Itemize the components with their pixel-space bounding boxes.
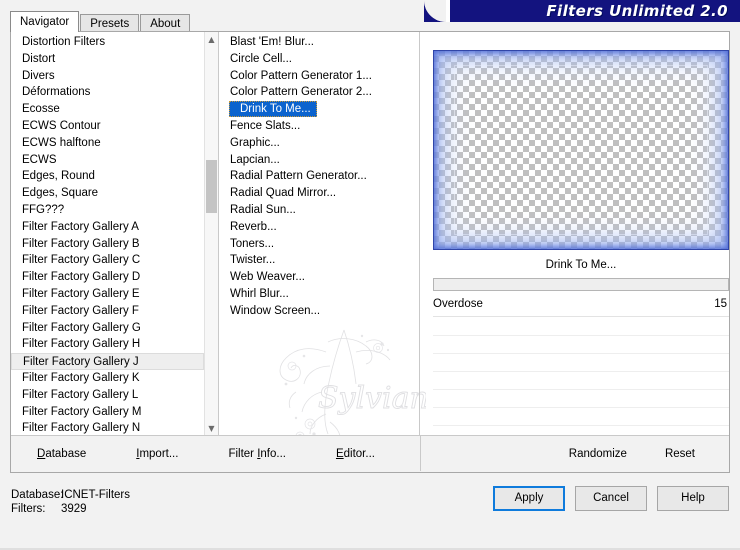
filter-list-item[interactable]: Color Pattern Generator 2... xyxy=(219,84,419,101)
parameter-divider xyxy=(433,425,729,426)
category-list-item[interactable]: Filter Factory Gallery A xyxy=(11,219,204,236)
category-list-item[interactable]: Filter Factory Gallery F xyxy=(11,303,204,320)
category-list-item[interactable]: Edges, Square xyxy=(11,185,204,202)
parameter-divider xyxy=(433,389,729,390)
filter-list-item-selected-row[interactable]: Drink To Me... xyxy=(219,101,419,118)
category-list-item[interactable]: Filter Factory Gallery B xyxy=(11,236,204,253)
parameter-divider xyxy=(433,353,729,354)
database-button-rest: atabase xyxy=(45,447,87,460)
preview-and-parameters-panel: Drink To Me... Overdose 15 xyxy=(420,32,729,436)
parameter-divider xyxy=(433,371,729,372)
category-list-item[interactable]: Déformations xyxy=(11,84,204,101)
action-toolbar: Database Import... Filter Info... Editor… xyxy=(11,435,729,472)
dialog-button-row: Apply Cancel Help xyxy=(493,486,729,511)
status-filters-value: 3929 xyxy=(61,503,87,515)
filter-list-item[interactable]: Lapcian... xyxy=(219,152,419,169)
category-list-item[interactable]: Filter Factory Gallery L xyxy=(11,387,204,404)
category-list-item[interactable]: Distortion Filters xyxy=(11,34,204,51)
tab-navigator-label: Navigator xyxy=(20,16,70,28)
filter-list-item[interactable]: Window Screen... xyxy=(219,303,419,320)
category-list-items: Distortion Filters Distort Divers Déformati… xyxy=(11,34,204,436)
category-list-item[interactable]: Edges, Round xyxy=(11,168,204,185)
transparency-checker xyxy=(433,50,729,250)
filter-list-item[interactable]: Circle Cell... xyxy=(219,51,419,68)
filters-unlimited-window: Filters Unlimited 2.0 Navigator Presets … xyxy=(0,0,740,550)
scrollbar-thumb[interactable] xyxy=(206,160,217,213)
category-list-item[interactable]: ECWS xyxy=(11,152,204,169)
category-list-item[interactable]: Filter Factory Gallery C xyxy=(11,252,204,269)
filter-list-item[interactable]: Radial Sun... xyxy=(219,202,419,219)
parameter-row-overdose[interactable]: Overdose 15 xyxy=(433,298,729,317)
main-content-panel: Distortion Filters Distort Divers Déformati… xyxy=(10,31,730,473)
app-title: Filters Unlimited 2.0 xyxy=(546,2,728,20)
filter-preview[interactable] xyxy=(433,50,729,250)
filter-list-item[interactable]: Web Weaver... xyxy=(219,269,419,286)
category-list-item[interactable]: Distort xyxy=(11,51,204,68)
category-list-item[interactable]: Filter Factory Gallery K xyxy=(11,370,204,387)
parameter-value: 15 xyxy=(714,298,727,310)
cancel-button[interactable]: Cancel xyxy=(575,486,647,511)
filter-list-item[interactable]: Drink To Me... xyxy=(229,101,317,118)
import-button-rest: mport... xyxy=(139,447,179,460)
parameter-divider xyxy=(433,407,729,408)
filter-list[interactable]: Blast 'Em! Blur... Circle Cell... Color Pa… xyxy=(219,32,420,436)
parameter-divider xyxy=(433,335,729,336)
category-list-item[interactable]: Filter Factory Gallery D xyxy=(11,269,204,286)
reset-button[interactable]: Reset xyxy=(661,446,699,462)
status-text: Database: ICNET-Filters Filters: 3929 xyxy=(11,488,130,516)
toolbar-left-group: Database Import... Filter Info... Editor… xyxy=(11,436,419,471)
apply-button[interactable]: Apply xyxy=(493,486,565,511)
status-filters-row: Filters: 3929 xyxy=(11,502,130,516)
filter-list-item[interactable]: Blast 'Em! Blur... xyxy=(219,34,419,51)
category-list-item[interactable]: Filter Factory Gallery H xyxy=(11,336,204,353)
app-title-banner: Filters Unlimited 2.0 xyxy=(424,0,740,22)
scroll-up-arrow-icon[interactable]: ▲ xyxy=(205,32,218,47)
filter-info-button[interactable]: Filter Info... xyxy=(224,446,290,462)
status-database-value: ICNET-Filters xyxy=(61,489,130,501)
parameter-name: Overdose xyxy=(433,298,483,310)
category-list-item[interactable]: Filter Factory Gallery G xyxy=(11,320,204,337)
filter-info-button-rest: nfo... xyxy=(260,447,286,460)
banner-notch-inner xyxy=(424,0,446,22)
category-list-item[interactable]: ECWS Contour xyxy=(11,118,204,135)
tab-strip: Navigator Presets About xyxy=(10,11,191,33)
tab-presets-label: Presets xyxy=(90,18,130,30)
filter-list-item[interactable]: Twister... xyxy=(219,252,419,269)
category-list-item[interactable]: Filter Factory Gallery N xyxy=(11,420,204,436)
randomize-button[interactable]: Randomize xyxy=(565,446,631,462)
status-bar: Database: ICNET-Filters Filters: 3929 Ap… xyxy=(0,479,740,550)
scroll-down-arrow-icon[interactable]: ▼ xyxy=(205,421,218,436)
parameter-panel-title: Drink To Me... xyxy=(545,259,617,271)
category-list-item[interactable]: Filter Factory Gallery M xyxy=(11,404,204,421)
status-filters-key: Filters: xyxy=(11,503,46,515)
filter-list-item[interactable]: Whirl Blur... xyxy=(219,286,419,303)
editor-button[interactable]: Editor... xyxy=(332,446,379,462)
toolbar-right-group: Randomize Reset xyxy=(420,436,729,471)
category-list-item[interactable]: Filter Factory Gallery J xyxy=(11,353,204,370)
import-button[interactable]: Import... xyxy=(132,446,182,462)
help-button[interactable]: Help xyxy=(657,486,729,511)
filter-list-item[interactable]: Radial Pattern Generator... xyxy=(219,168,419,185)
parameter-header-bar[interactable] xyxy=(433,278,729,291)
filter-list-item[interactable]: Color Pattern Generator 1... xyxy=(219,68,419,85)
filter-list-items: Blast 'Em! Blur... Circle Cell... Color Pa… xyxy=(219,34,419,320)
category-list-item[interactable]: Divers xyxy=(11,68,204,85)
category-list-item[interactable]: Filter Factory Gallery E xyxy=(11,286,204,303)
category-list-item[interactable]: Ecosse xyxy=(11,101,204,118)
database-button[interactable]: Database xyxy=(33,446,90,462)
filter-list-item[interactable]: Fence Slats... xyxy=(219,118,419,135)
filter-list-item[interactable]: Radial Quad Mirror... xyxy=(219,185,419,202)
category-list-scrollbar[interactable]: ▲ ▼ xyxy=(204,32,218,436)
status-database-row: Database: ICNET-Filters xyxy=(11,488,130,502)
filter-list-item[interactable]: Toners... xyxy=(219,236,419,253)
category-list[interactable]: Distortion Filters Distort Divers Déformati… xyxy=(11,32,219,436)
filter-list-item[interactable]: Graphic... xyxy=(219,135,419,152)
filter-list-item[interactable]: Reverb... xyxy=(219,219,419,236)
status-database-key: Database: xyxy=(11,489,64,501)
tab-about-label: About xyxy=(150,18,181,30)
category-list-item[interactable]: ECWS halftone xyxy=(11,135,204,152)
category-list-item[interactable]: FFG??? xyxy=(11,202,204,219)
editor-button-rest: ditor... xyxy=(343,447,375,460)
tab-navigator[interactable]: Navigator xyxy=(10,11,80,32)
